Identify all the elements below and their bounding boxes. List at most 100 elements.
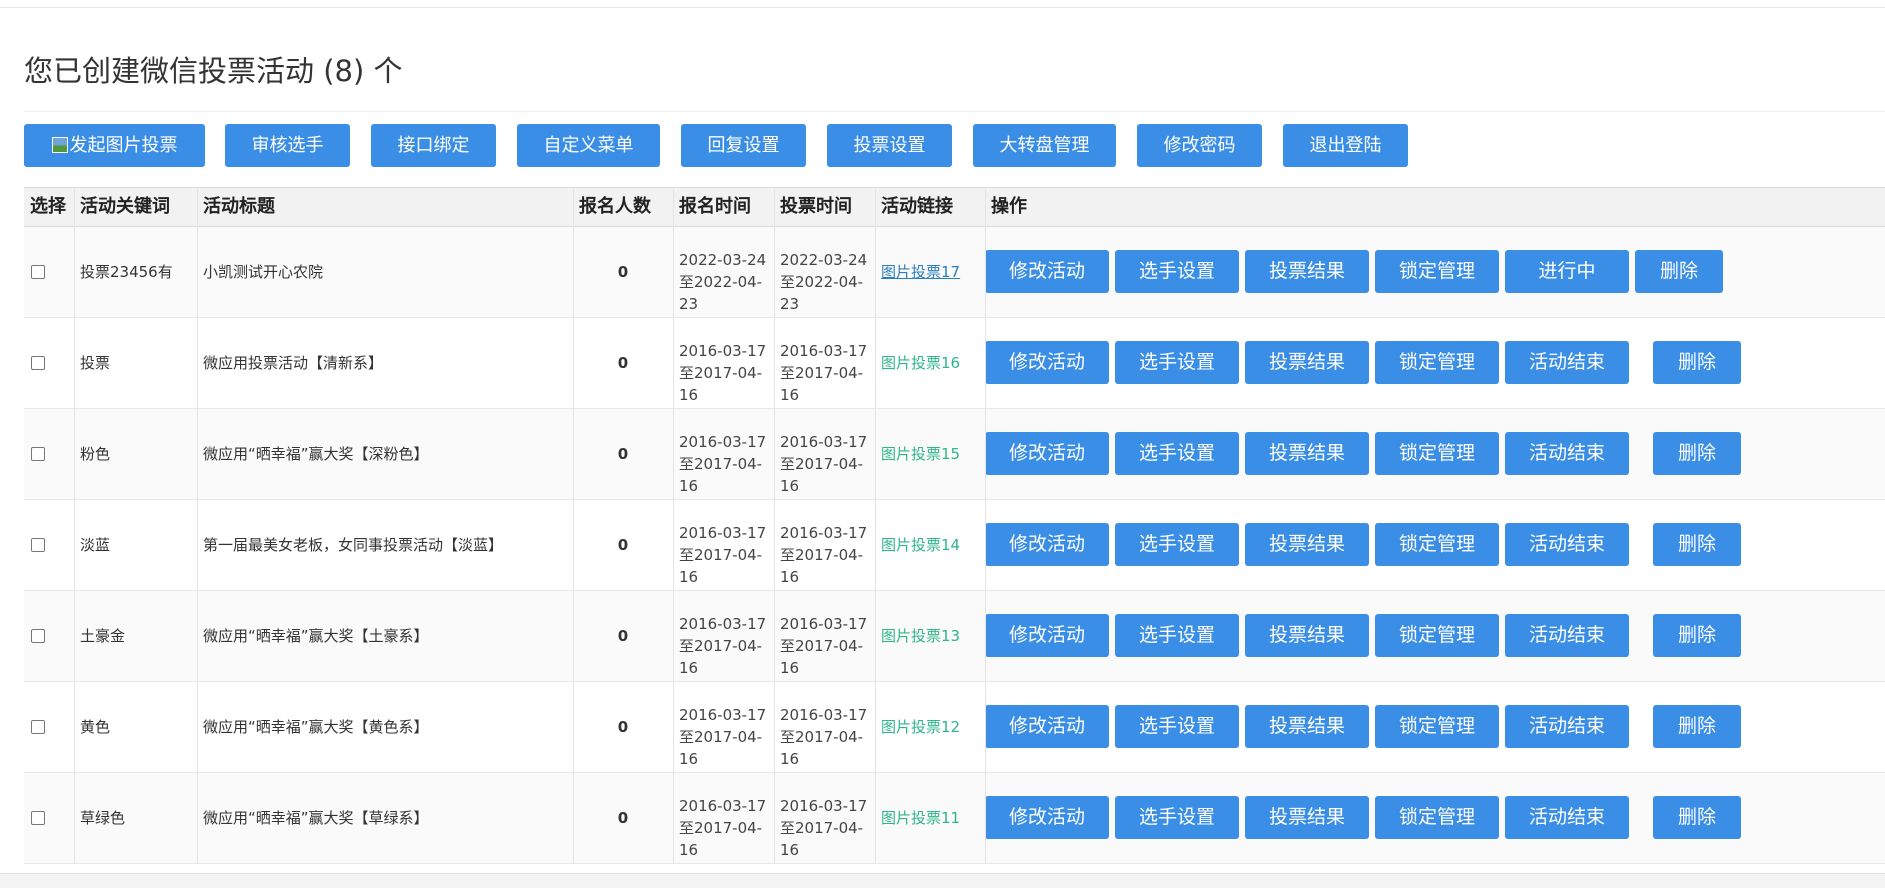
vote-results-button[interactable]: 投票结果 <box>1245 796 1369 839</box>
header-signups: 报名人数 <box>579 196 651 217</box>
row-checkbox[interactable] <box>31 356 45 370</box>
contestant-settings-button[interactable]: 选手设置 <box>1115 796 1239 839</box>
edit-activity-button[interactable]: 修改活动 <box>985 705 1109 748</box>
keyword-text: 淡蓝 <box>80 536 111 554</box>
vote-results-button[interactable]: 投票结果 <box>1245 523 1369 566</box>
title-text: 小凯测试开心农院 <box>203 263 324 281</box>
row-checkbox[interactable] <box>31 447 45 461</box>
row-checkbox[interactable] <box>31 265 45 279</box>
activity-link[interactable]: 图片投票16 <box>881 318 960 408</box>
contestant-settings-button[interactable]: 选手设置 <box>1115 432 1239 475</box>
lock-management-button[interactable]: 锁定管理 <box>1375 341 1499 384</box>
keyword-text: 粉色 <box>80 445 111 463</box>
delete-button[interactable]: 删除 <box>1653 796 1741 839</box>
status-button[interactable]: 进行中 <box>1505 250 1629 293</box>
delete-button[interactable]: 删除 <box>1653 705 1741 748</box>
row-checkbox[interactable] <box>31 811 45 825</box>
reply-settings-button[interactable]: 回复设置 <box>681 124 806 167</box>
activity-link[interactable]: 图片投票12 <box>881 682 960 772</box>
contestant-settings-button[interactable]: 选手设置 <box>1115 705 1239 748</box>
vote-results-button[interactable]: 投票结果 <box>1245 250 1369 293</box>
lock-management-button[interactable]: 锁定管理 <box>1375 796 1499 839</box>
custom-menu-button[interactable]: 自定义菜单 <box>517 124 660 167</box>
contestant-settings-button[interactable]: 选手设置 <box>1115 341 1239 384</box>
lock-management-button[interactable]: 锁定管理 <box>1375 705 1499 748</box>
signup-time-text: 2016-03-17至2017-04-16 <box>679 797 767 859</box>
table-row: 投票 微应用投票活动【清新系】 0 2016-03-17至2017-04-16 2016… <box>24 318 1885 409</box>
wheel-management-button[interactable]: 大转盘管理 <box>973 124 1116 167</box>
select-cell <box>24 227 74 317</box>
table-row: 草绿色 微应用“晒幸福”赢大奖【草绿系】 0 2016-03-17至2017-04-1… <box>24 773 1885 864</box>
contestant-settings-button[interactable]: 选手设置 <box>1115 250 1239 293</box>
edit-activity-button[interactable]: 修改活动 <box>985 796 1109 839</box>
edit-activity-button[interactable]: 修改活动 <box>985 432 1109 475</box>
signup-time-text: 2016-03-17至2017-04-16 <box>679 342 767 404</box>
row-checkbox[interactable] <box>31 629 45 643</box>
delete-button[interactable]: 删除 <box>1653 523 1741 566</box>
actions-cell: 修改活动 选手设置 投票结果 锁定管理 活动结束 删除 <box>985 591 1885 681</box>
edit-activity-button[interactable]: 修改活动 <box>985 523 1109 566</box>
title-divider <box>24 111 1885 112</box>
table-row: 黄色 微应用“晒幸福”赢大奖【黄色系】 0 2016-03-17至2017-04-16… <box>24 682 1885 773</box>
title-cell: 微应用“晒幸福”赢大奖【土豪系】 <box>197 591 573 681</box>
signups-cell: 0 <box>573 591 673 681</box>
api-binding-button[interactable]: 接口绑定 <box>371 124 496 167</box>
header-signup-time: 报名时间 <box>679 196 751 217</box>
activity-link[interactable]: 图片投票17 <box>881 227 960 317</box>
change-password-button[interactable]: 修改密码 <box>1137 124 1262 167</box>
vote-results-button[interactable]: 投票结果 <box>1245 705 1369 748</box>
contestant-settings-button[interactable]: 选手设置 <box>1115 614 1239 657</box>
keyword-text: 草绿色 <box>80 809 126 827</box>
contestant-settings-button[interactable]: 选手设置 <box>1115 523 1239 566</box>
status-button[interactable]: 活动结束 <box>1505 341 1629 384</box>
lock-management-button[interactable]: 锁定管理 <box>1375 432 1499 475</box>
actions-cell: 修改活动 选手设置 投票结果 锁定管理 进行中 删除 <box>985 227 1885 317</box>
lock-management-button[interactable]: 锁定管理 <box>1375 250 1499 293</box>
vote-time-text: 2016-03-17至2017-04-16 <box>780 797 868 859</box>
keyword-text: 投票 <box>80 354 111 372</box>
activity-link[interactable]: 图片投票14 <box>881 500 960 590</box>
status-button[interactable]: 活动结束 <box>1505 432 1629 475</box>
select-cell <box>24 500 74 590</box>
signup-time-cell: 2016-03-17至2017-04-16 <box>673 500 774 590</box>
title-cell: 微应用“晒幸福”赢大奖【黄色系】 <box>197 682 573 772</box>
table-row: 粉色 微应用“晒幸福”赢大奖【深粉色】 0 2016-03-17至2017-04-16… <box>24 409 1885 500</box>
vote-results-button[interactable]: 投票结果 <box>1245 614 1369 657</box>
edit-activity-button[interactable]: 修改活动 <box>985 250 1109 293</box>
activity-link[interactable]: 图片投票15 <box>881 409 960 499</box>
edit-activity-button[interactable]: 修改活动 <box>985 341 1109 384</box>
delete-button[interactable]: 删除 <box>1653 341 1741 384</box>
signups-cell: 0 <box>573 682 673 772</box>
vote-results-button[interactable]: 投票结果 <box>1245 341 1369 384</box>
vote-time-cell: 2016-03-17至2017-04-16 <box>774 500 875 590</box>
row-checkbox[interactable] <box>31 720 45 734</box>
signup-time-cell: 2016-03-17至2017-04-16 <box>673 773 774 863</box>
review-contestants-button[interactable]: 审核选手 <box>225 124 350 167</box>
delete-button[interactable]: 删除 <box>1653 614 1741 657</box>
lock-management-button[interactable]: 锁定管理 <box>1375 523 1499 566</box>
actions-cell: 修改活动 选手设置 投票结果 锁定管理 活动结束 删除 <box>985 318 1885 408</box>
vote-results-button[interactable]: 投票结果 <box>1245 432 1369 475</box>
status-button[interactable]: 活动结束 <box>1505 705 1629 748</box>
link-cell: 图片投票11 <box>875 773 985 863</box>
edit-activity-button[interactable]: 修改活动 <box>985 614 1109 657</box>
activity-link[interactable]: 图片投票11 <box>881 773 960 863</box>
vote-settings-button[interactable]: 投票设置 <box>827 124 952 167</box>
title-cell: 微应用“晒幸福”赢大奖【深粉色】 <box>197 409 573 499</box>
delete-button[interactable]: 删除 <box>1635 250 1723 293</box>
logout-button[interactable]: 退出登陆 <box>1283 124 1408 167</box>
delete-button[interactable]: 删除 <box>1653 432 1741 475</box>
keyword-cell: 投票23456有 <box>74 227 197 317</box>
keyword-cell: 投票 <box>74 318 197 408</box>
activity-link[interactable]: 图片投票13 <box>881 591 960 681</box>
lock-management-button[interactable]: 锁定管理 <box>1375 614 1499 657</box>
status-button[interactable]: 活动结束 <box>1505 796 1629 839</box>
status-button[interactable]: 活动结束 <box>1505 523 1629 566</box>
row-checkbox[interactable] <box>31 538 45 552</box>
vote-time-cell: 2016-03-17至2017-04-16 <box>774 773 875 863</box>
signup-time-cell: 2022-03-24至2022-04-23 <box>673 227 774 317</box>
header-keyword: 活动关键词 <box>80 196 170 217</box>
status-button[interactable]: 活动结束 <box>1505 614 1629 657</box>
new-picture-vote-button[interactable]: 发起图片投票 <box>24 124 205 167</box>
table-row: 投票23456有 小凯测试开心农院 0 2022-03-24至2022-04-23 20… <box>24 227 1885 318</box>
